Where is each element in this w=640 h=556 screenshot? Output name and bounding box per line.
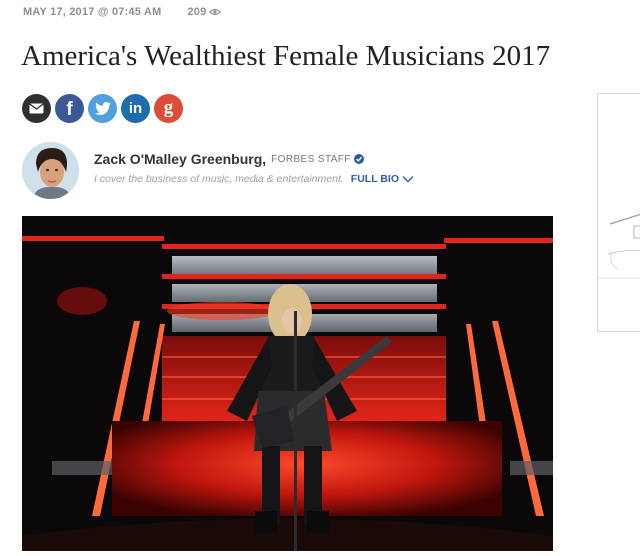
linkedin-icon: in: [128, 100, 143, 117]
concert-stage-image: [22, 216, 553, 551]
full-bio-label: FULL BIO: [350, 173, 400, 185]
author-bio: I cover the business of music, media & e…: [94, 173, 344, 185]
view-count-value: 209: [187, 6, 207, 18]
google-plus-share-button[interactable]: g: [154, 94, 183, 123]
ad-sketch-image: [598, 213, 640, 279]
linkedin-share-button[interactable]: in: [121, 94, 150, 123]
email-icon: [29, 103, 44, 114]
article-meta: MAY 17, 2017 @ 07:45 AM 209: [23, 6, 222, 18]
facebook-share-button[interactable]: f: [55, 94, 84, 123]
facebook-icon: f: [66, 99, 73, 120]
author-name-link[interactable]: Zack O'Malley Greenburg,: [94, 151, 266, 167]
chevron-down-icon: [402, 176, 414, 183]
sidebar-ad[interactable]: [597, 93, 640, 332]
email-share-button[interactable]: [22, 94, 51, 123]
view-count: 209: [187, 6, 222, 18]
author-role: FORBES STAFF: [271, 153, 351, 165]
google-plus-icon: g: [163, 96, 174, 118]
share-bar: f in g: [22, 94, 187, 123]
author-avatar[interactable]: [22, 142, 79, 199]
article-title: America's Wealthiest Female Musicians 20…: [21, 40, 551, 72]
twitter-icon: [94, 102, 111, 115]
verified-icon: [353, 154, 364, 164]
publish-date: MAY 17, 2017 @ 07:45 AM: [23, 6, 162, 18]
author-portrait-icon: [22, 142, 79, 199]
eye-icon: [209, 8, 222, 16]
full-bio-link[interactable]: FULL BIO: [351, 173, 414, 185]
article-hero-image[interactable]: [22, 216, 553, 551]
author-block: Zack O'Malley Greenburg, FORBES STAFF I …: [22, 142, 414, 199]
twitter-share-button[interactable]: [88, 94, 117, 123]
